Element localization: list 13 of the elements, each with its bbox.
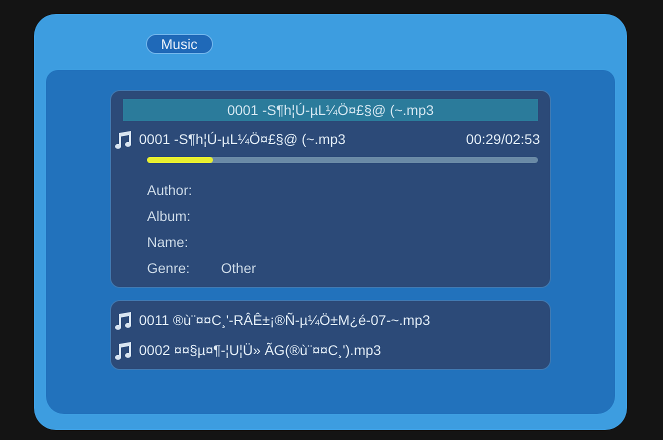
- field-label: Name:: [147, 234, 190, 250]
- playlist-item[interactable]: 0002 ¤¤§µ¤¶-¦U¦Ü» ÃG(®ù¨¤¤C¸').mp3: [139, 342, 382, 358]
- playlist-item[interactable]: 0011 ®ù¨¤¤C¸'-RÂÊ±¡®Ñ-µ¼Ö±M¿é-07-~.mp3: [139, 312, 430, 328]
- track-name: 0001 -S¶h¦Ú-µL¼Ö¤£§@ (~.mp3: [139, 131, 347, 147]
- music-note-icon: [113, 340, 133, 360]
- music-note-icon: [113, 129, 133, 149]
- field-label: Album:: [147, 208, 192, 224]
- field-label: Genre:: [147, 260, 191, 276]
- play-time: 00:29/02:53: [466, 131, 540, 147]
- field-label: Author:: [147, 182, 194, 198]
- music-note-icon: [113, 310, 133, 330]
- field-value: Other: [221, 260, 256, 276]
- file-title-bar: 0001 -S¶h¦Ú-µL¼Ö¤£§@ (~.mp3: [123, 99, 538, 121]
